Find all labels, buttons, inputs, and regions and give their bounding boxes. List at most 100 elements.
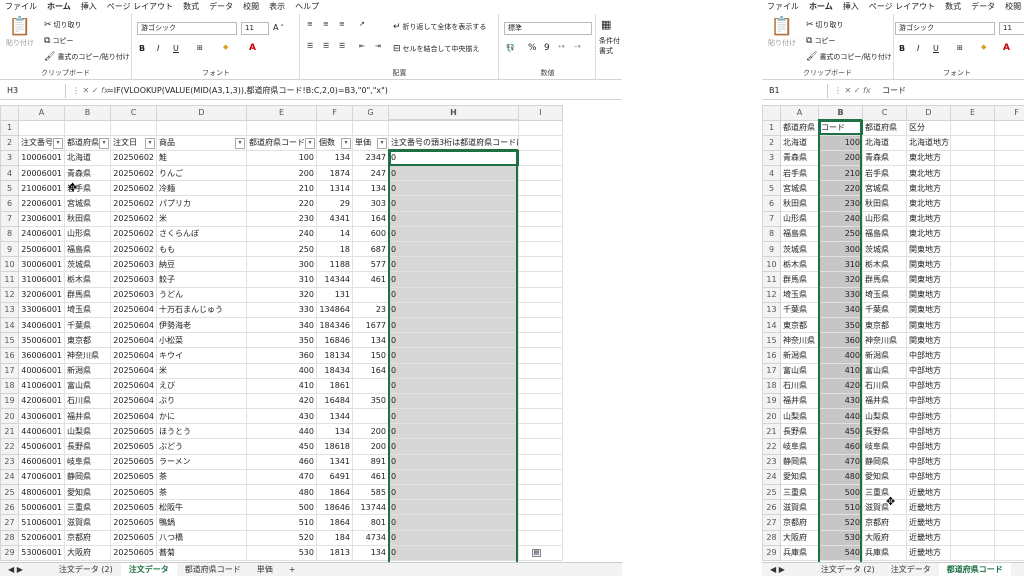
cell[interactable] [518,286,563,303]
font-size-box-right[interactable]: 11 [999,22,1024,35]
formula-input-right[interactable]: コード [882,84,906,98]
menu-item[interactable]: ファイル [0,0,42,14]
cell[interactable]: 20006001 [18,165,65,182]
cell[interactable]: 滋賀県 [862,499,907,516]
cell[interactable]: 23006001 [18,210,65,227]
cell[interactable]: 18646 [316,499,353,516]
cell[interactable]: 20250605 [110,514,157,531]
cell[interactable]: 大阪府 [780,529,819,546]
cell[interactable] [388,119,519,136]
cell[interactable]: 20250605 [110,468,157,486]
column-header[interactable]: F [994,105,1024,121]
cell[interactable] [518,210,563,227]
result-cell[interactable]: 0 [388,483,519,501]
cell[interactable]: 687 [352,240,389,258]
cell[interactable]: 富山県 [780,362,819,379]
cell[interactable]: 510 [246,514,317,531]
cell[interactable] [110,119,157,136]
cell[interactable]: 茶 [156,468,247,486]
row-header[interactable]: 3 [0,149,19,167]
cell[interactable]: 200 [818,149,863,167]
row-header[interactable]: 4 [0,165,19,182]
cell[interactable]: 20250604 [110,377,157,394]
cell[interactable]: 303 [352,195,389,212]
name-box-right[interactable]: B1 [766,84,828,98]
cell[interactable]: 134 [316,423,353,440]
cell[interactable]: ぶどう [156,438,247,455]
cell[interactable]: 山形県 [862,210,907,227]
row-header[interactable]: 24 [0,468,19,486]
row-header[interactable]: 1 [762,119,781,136]
border-icon[interactable]: ⊞ [197,44,203,52]
cell[interactable]: 240 [246,225,317,243]
cell[interactable] [518,195,563,212]
cell[interactable]: 長野県 [64,438,111,455]
cell[interactable]: 関東地方 [906,271,951,288]
cell[interactable]: 山形県 [780,210,819,227]
header-cell[interactable]: 都道府県コード [246,134,317,151]
cell[interactable]: 滋賀県 [64,514,111,531]
row-header[interactable]: 13 [762,301,781,318]
cell[interactable]: 中部地方 [906,408,951,425]
row-header[interactable]: 20 [0,408,19,425]
cell[interactable] [950,256,995,273]
column-header[interactable]: A [18,105,65,121]
cell[interactable]: 富山県 [862,362,907,379]
result-cell[interactable]: 0 [388,453,519,470]
cell[interactable]: 石川県 [780,377,819,394]
result-cell[interactable]: 0 [388,438,519,455]
result-cell[interactable]: 0 [388,347,519,364]
cell[interactable]: 茨城県 [780,240,819,258]
cell[interactable]: 茨城県 [862,240,907,258]
quick-analysis-icon[interactable]: ▤ [532,549,541,557]
font-grow-icon[interactable]: A ˄ [273,23,284,32]
cell[interactable]: 新潟県 [780,347,819,364]
cell[interactable]: 宮城県 [862,180,907,197]
font-color-icon[interactable]: A [249,43,256,53]
sheet-tab[interactable]: 注文データ [883,563,939,576]
cell[interactable]: 350 [246,332,317,349]
worksheet-grid[interactable]: ABCDEFGHI12注文番号都道府県注文日商品都道府県コード個数単価注文番号の… [0,105,563,576]
cell[interactable]: 滋賀県 [780,499,819,516]
row-header[interactable]: 24 [762,468,781,486]
cell[interactable]: 450 [246,438,317,455]
result-cell[interactable]: 0 [388,423,519,440]
cell[interactable] [518,529,563,546]
cell[interactable]: 520 [818,514,863,531]
cell[interactable] [352,286,389,303]
row-header[interactable]: 10 [0,256,19,273]
header-cell[interactable]: 注文番号 [18,134,65,151]
cell[interactable]: 近畿地方 [906,499,951,516]
cell[interactable]: 134 [352,180,389,197]
row-header[interactable]: 8 [762,225,781,243]
cell[interactable]: 近畿地方 [906,529,951,546]
row-header[interactable]: 19 [0,392,19,410]
cell[interactable] [994,316,1024,334]
row-header[interactable]: 13 [0,301,19,318]
cell[interactable] [156,119,247,136]
cell[interactable]: 山梨県 [862,408,907,425]
cell[interactable] [950,210,995,227]
cell[interactable]: 中部地方 [906,362,951,379]
column-header[interactable]: E [246,105,317,121]
row-header[interactable]: 21 [0,423,19,440]
cell[interactable]: 44006001 [18,423,65,440]
cell[interactable] [518,453,563,470]
menu-item[interactable]: ページ レイアウト [102,0,178,14]
cell[interactable] [950,165,995,182]
cell[interactable]: 300 [246,256,317,273]
result-cell[interactable]: 0 [388,332,519,349]
cell[interactable]: 510 [818,499,863,516]
align-bottom-icon[interactable]: ≡ [339,20,345,28]
cell[interactable]: 松阪牛 [156,499,247,516]
row-header[interactable]: 11 [762,271,781,288]
cell[interactable] [18,119,65,136]
cell[interactable]: 20250605 [110,499,157,516]
menu-item[interactable]: 挿入 [838,0,864,14]
cell[interactable]: 430 [818,392,863,410]
row-header[interactable]: 7 [762,210,781,227]
cell[interactable]: 801 [352,514,389,531]
cell[interactable]: 東京都 [64,332,111,349]
menu-item[interactable]: 数式 [940,0,966,14]
cell[interactable] [518,423,563,440]
